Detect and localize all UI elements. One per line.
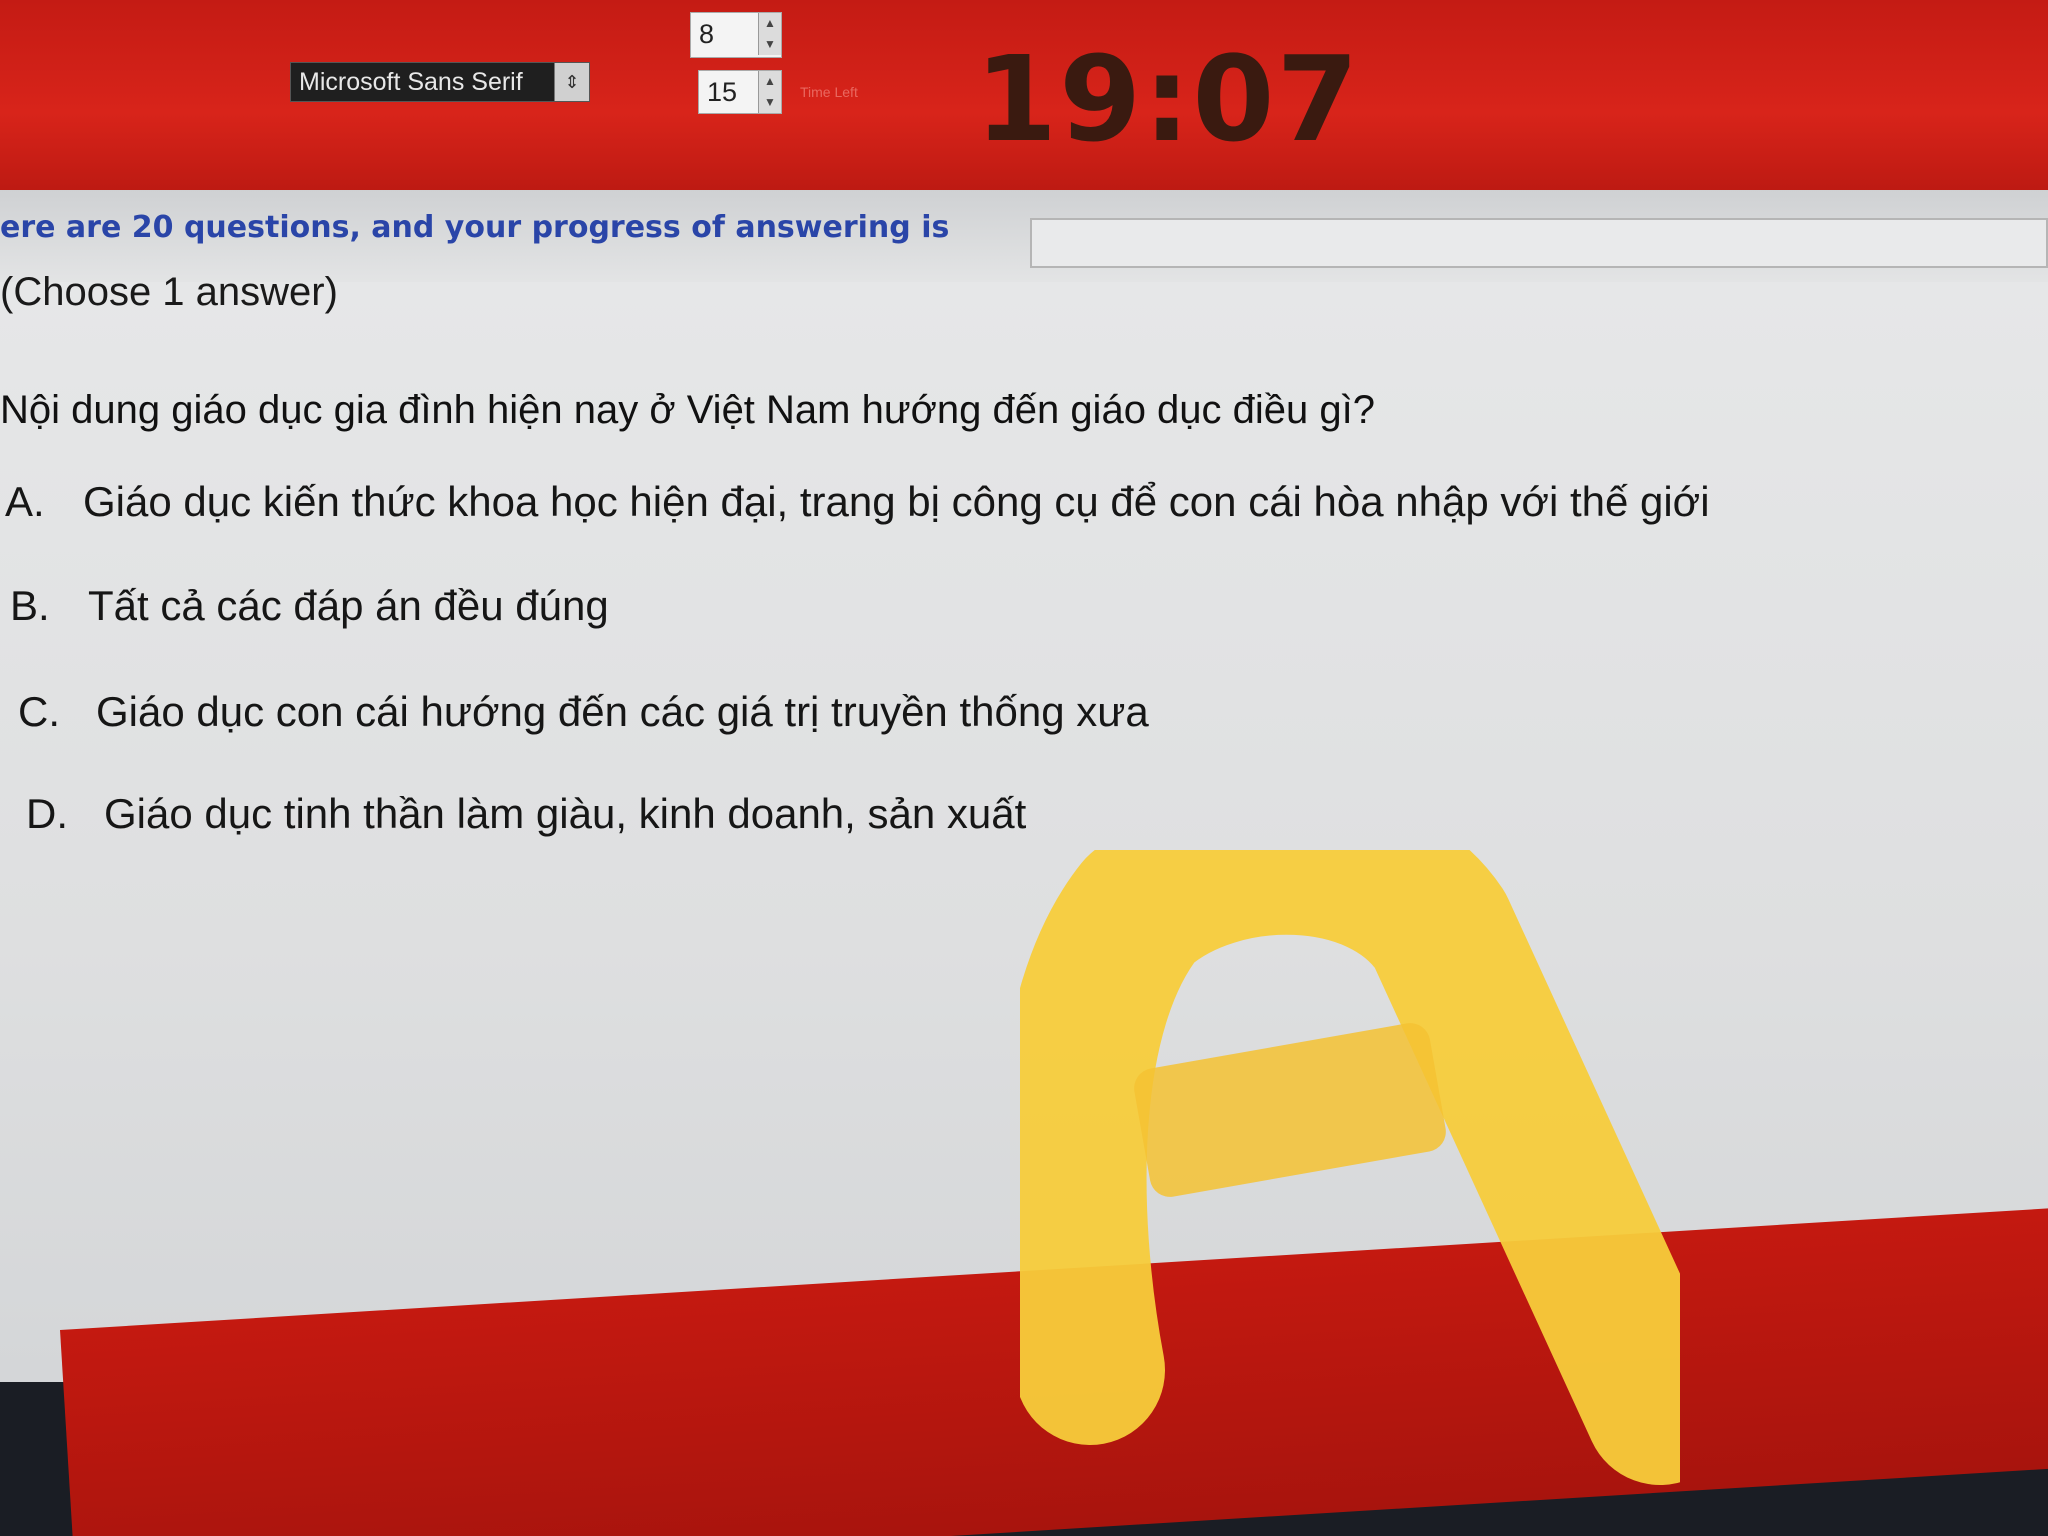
option-b[interactable]: B. Tất cả các đáp án đều đúng <box>10 582 609 630</box>
spinner-arrows-icon[interactable]: ▲ ▼ <box>758 13 781 55</box>
option-c[interactable]: C. Giáo dục con cái hướng đến các giá trị… <box>18 688 1149 736</box>
toolbar: 8 ▲ ▼ Microsoft Sans Serif ⇕ 15 ▲ ▼ Time L… <box>0 0 2048 205</box>
font-size-value: 15 <box>707 77 738 107</box>
option-text: Giáo dục tinh thần làm giàu, kinh doanh,… <box>104 790 1027 837</box>
answer-instruction: (Choose 1 answer) <box>0 270 338 314</box>
option-text: Tất cả các đáp án đều đúng <box>88 582 609 629</box>
option-letter: B. <box>10 582 50 629</box>
option-letter: D. <box>26 790 68 837</box>
answer-a-sticker: A <box>1020 850 1680 1485</box>
exam-screen: 8 ▲ ▼ Microsoft Sans Serif ⇕ 15 ▲ ▼ Time L… <box>0 0 2048 1536</box>
progress-bar <box>1030 218 2048 268</box>
dropdown-arrow-icon[interactable]: ⇕ <box>554 63 589 101</box>
progress-text: ere are 20 questions, and your progress … <box>0 210 950 245</box>
option-text: Giáo dục con cái hướng đến các giá trị t… <box>96 688 1149 735</box>
option-d[interactable]: D. Giáo dục tinh thần làm giàu, kinh doan… <box>26 790 1026 838</box>
time-left-label: Time Left <box>800 84 858 100</box>
option-a[interactable]: A. Giáo dục kiến thức khoa học hiện đại, … <box>5 478 1710 526</box>
font-size-top-value: 8 <box>699 19 715 49</box>
font-size-spinner[interactable]: 15 ▲ ▼ <box>698 70 782 114</box>
font-family-value: Microsoft Sans Serif <box>299 67 523 96</box>
spinner-arrows-icon[interactable]: ▲ ▼ <box>758 71 781 113</box>
countdown-timer: 19:07 <box>975 30 1361 168</box>
question-text: Nội dung giáo dục gia đình hiện nay ở Vi… <box>0 388 1375 432</box>
option-letter: C. <box>18 688 60 735</box>
option-text: Giáo dục kiến thức khoa học hiện đại, tr… <box>83 478 1710 525</box>
option-letter: A. <box>5 478 45 525</box>
font-size-top-spinner[interactable]: 8 ▲ ▼ <box>690 12 782 58</box>
font-family-select[interactable]: Microsoft Sans Serif ⇕ <box>290 62 590 102</box>
sticker-letter: A <box>1240 1048 1241 1051</box>
